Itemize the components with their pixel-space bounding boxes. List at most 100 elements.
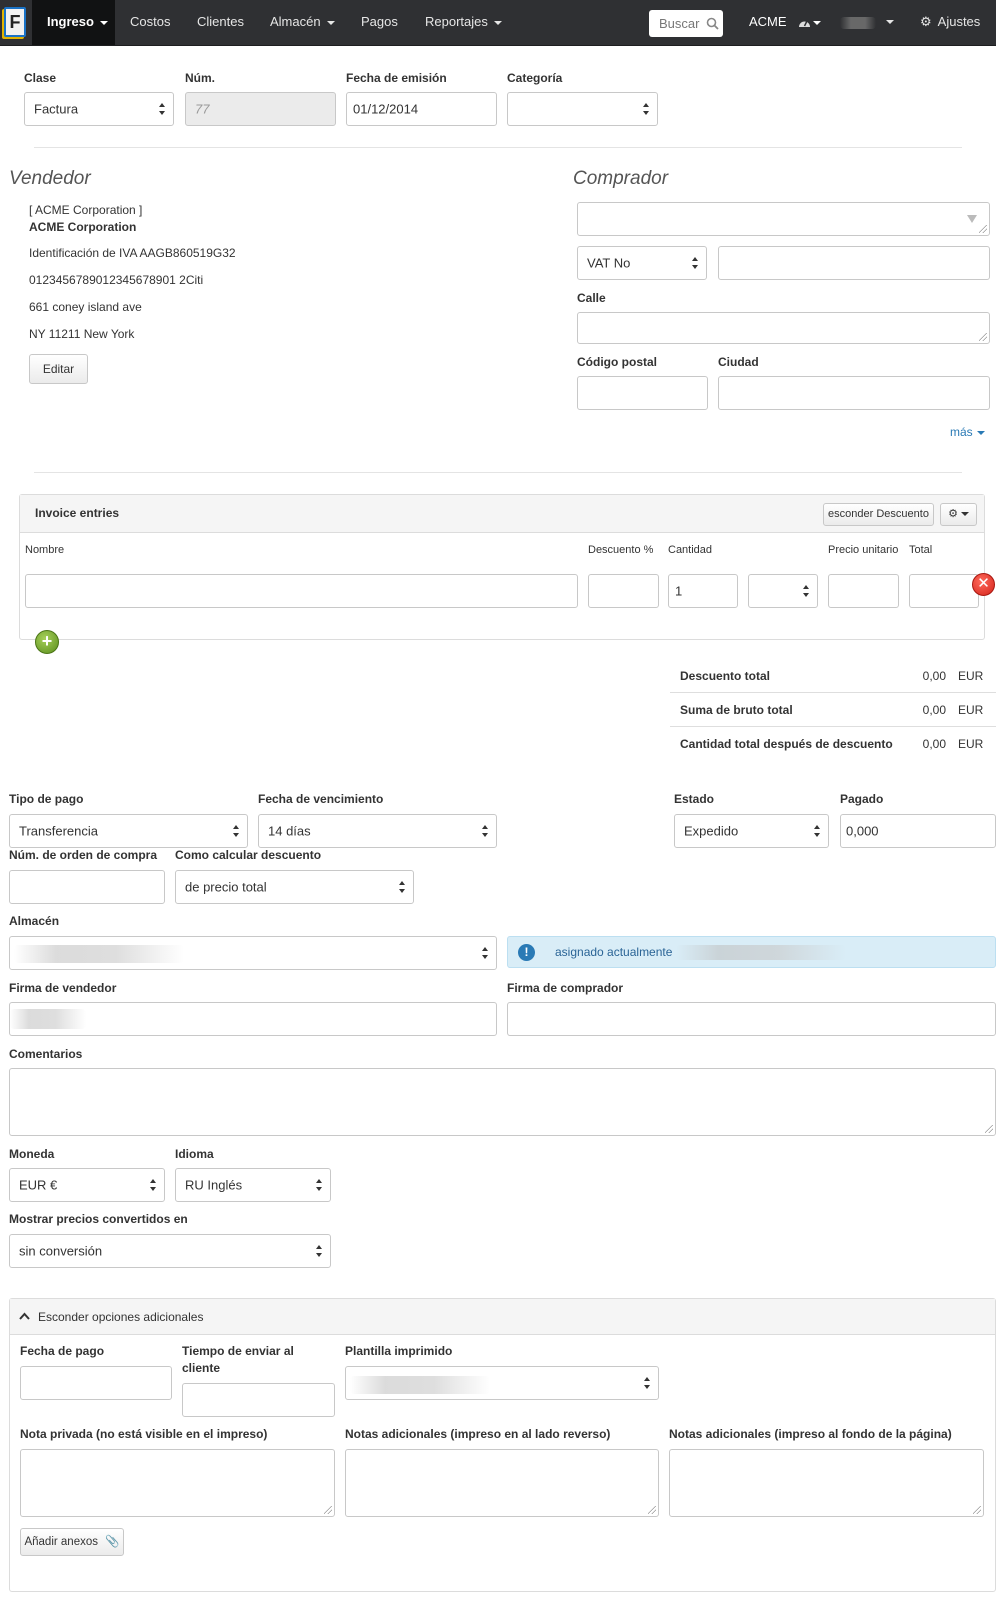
tipo-pago-select[interactable]: Transferencia <box>9 814 248 848</box>
remove-row-icon[interactable]: ✕ <box>972 573 995 596</box>
tiempo-enviar-input[interactable] <box>182 1383 335 1417</box>
nav-costos[interactable]: Costos <box>130 0 170 45</box>
nav-user-menu[interactable] <box>836 0 894 45</box>
company-name: ACME <box>749 14 787 29</box>
total-row-bruto: Suma de bruto total 0,00 EUR <box>670 694 996 727</box>
num-input[interactable]: 77 <box>185 92 336 126</box>
clase-select[interactable]: Factura <box>24 92 174 126</box>
resize-handle-icon[interactable] <box>985 1125 993 1133</box>
total-row-final: Cantidad total después de descuento 0,00… <box>670 728 996 761</box>
asignado-text: asignado actualmente <box>555 945 673 959</box>
plantilla-select[interactable] <box>345 1366 659 1400</box>
total-value: 0,00 <box>922 737 946 751</box>
gear-icon: ⚙ <box>948 508 958 520</box>
vendedor-name: ACME Corporation <box>29 220 137 234</box>
firma-comprador-input[interactable] <box>507 1002 996 1036</box>
entry-descuento-input[interactable] <box>588 574 659 608</box>
caret-down-icon <box>813 20 822 25</box>
caret-down-icon <box>326 20 335 25</box>
clase-value: Factura <box>34 101 79 117</box>
notas-reverso-textarea[interactable] <box>345 1449 659 1517</box>
almacen-label: Almacén <box>9 914 60 928</box>
editar-button[interactable]: Editar <box>29 354 88 384</box>
vendedor-vat: Identificación de IVA AAGB860519G32 <box>29 246 236 260</box>
nav-pagos[interactable]: Pagos <box>361 0 398 45</box>
nav-settings[interactable]: ⚙ Ajustes <box>920 0 980 45</box>
add-row-icon[interactable]: + <box>35 630 59 654</box>
paperclip-icon: 📎 <box>105 1536 120 1548</box>
resize-handle-icon[interactable] <box>973 1506 981 1514</box>
codigo-postal-label: Código postal <box>577 355 657 369</box>
resize-handle-icon[interactable] <box>648 1506 656 1514</box>
resize-handle-icon[interactable] <box>979 225 987 233</box>
fecha-emision-input[interactable]: 01/12/2014 <box>346 92 497 126</box>
resize-handle-icon[interactable] <box>324 1506 332 1514</box>
search-icon <box>706 17 719 30</box>
nav-almacen[interactable]: Almacén <box>270 0 335 45</box>
select-arrows-icon <box>643 103 650 115</box>
orden-compra-input[interactable] <box>9 870 165 904</box>
mas-link[interactable]: más <box>950 425 985 439</box>
vencimiento-select[interactable]: 14 días <box>258 814 497 848</box>
firma-vendedor-redacted <box>10 1009 86 1029</box>
pagado-input[interactable]: 0,000 <box>840 814 996 848</box>
num-placeholder: 77 <box>195 101 210 117</box>
almacen-select[interactable] <box>9 936 497 970</box>
estado-value: Expedido <box>684 823 739 839</box>
nav-company[interactable]: ACME <box>749 0 822 45</box>
anadir-anexos-button[interactable]: Añadir anexos 📎 <box>20 1528 124 1556</box>
categoria-select[interactable] <box>507 92 658 126</box>
search-box[interactable]: Buscar <box>649 10 723 37</box>
clase-label: Clase <box>24 71 57 85</box>
total-value: 0,00 <box>922 703 946 717</box>
mostrar-precios-select[interactable]: sin conversión <box>9 1234 331 1268</box>
fecha-pago-input[interactable] <box>20 1366 172 1400</box>
calle-input[interactable] <box>577 312 990 344</box>
total-currency: EUR <box>958 737 984 751</box>
fecha-emision-label: Fecha de emisión <box>346 71 447 85</box>
almacen-info-alert: ! asignado actualmente <box>507 936 996 968</box>
gear-icon: ⚙ <box>920 14 932 29</box>
entries-options-button[interactable]: ⚙ <box>940 503 977 526</box>
nav-reportajes[interactable]: Reportajes <box>425 0 502 45</box>
fecha-emision-value: 01/12/2014 <box>353 101 419 117</box>
total-currency: EUR <box>958 703 984 717</box>
firma-vendedor-input[interactable] <box>9 1002 497 1036</box>
codigo-postal-input[interactable] <box>577 376 708 410</box>
nota-privada-textarea[interactable] <box>20 1449 335 1517</box>
invoice-entries-header: Invoice entries esconder Descuento ⚙ <box>20 495 984 533</box>
estado-select[interactable]: Expedido <box>674 814 829 848</box>
moneda-select[interactable]: EUR € <box>9 1168 165 1202</box>
entry-total-input[interactable] <box>909 574 979 608</box>
comprador-name-input[interactable] <box>577 202 990 236</box>
notas-fondo-textarea[interactable] <box>669 1449 984 1517</box>
resize-handle-icon[interactable] <box>979 333 987 341</box>
fecha-pago-label: Fecha de pago <box>20 1344 105 1358</box>
ciudad-input[interactable] <box>718 376 990 410</box>
almacen-value-redacted <box>14 945 184 963</box>
entry-cantidad-input[interactable]: 1 <box>668 574 738 608</box>
nav-ingreso[interactable]: Ingreso <box>32 0 115 45</box>
caret-down-icon <box>886 20 894 24</box>
nota-privada-label: Nota privada (no está visible en el impr… <box>20 1427 268 1441</box>
moneda-value: EUR € <box>19 1177 58 1193</box>
entry-unit-select[interactable] <box>748 574 818 608</box>
idioma-label: Idioma <box>175 1147 214 1161</box>
comentarios-textarea[interactable] <box>9 1068 996 1136</box>
col-descuento: Descuento % <box>588 544 654 556</box>
col-precio-unitario: Precio unitario <box>828 544 899 556</box>
entry-precio-input[interactable] <box>828 574 899 608</box>
vat-number-input[interactable] <box>718 246 990 280</box>
idioma-select[interactable]: RU Inglés <box>175 1168 331 1202</box>
search-placeholder: Buscar <box>659 16 700 31</box>
nav-pagos-label: Pagos <box>361 14 398 29</box>
select-arrows-icon <box>814 825 821 837</box>
esconder-descuento-button[interactable]: esconder Descuento <box>823 503 934 526</box>
additional-options-toggle[interactable]: Esconder opciones adicionales <box>10 1299 995 1335</box>
entry-nombre-input[interactable] <box>25 574 578 608</box>
select-arrows-icon <box>150 1179 157 1191</box>
nav-clientes[interactable]: Clientes <box>197 0 244 45</box>
app-logo[interactable]: F <box>4 7 26 37</box>
vat-type-select[interactable]: VAT No <box>577 246 707 280</box>
calcular-descuento-select[interactable]: de precio total <box>175 870 414 904</box>
